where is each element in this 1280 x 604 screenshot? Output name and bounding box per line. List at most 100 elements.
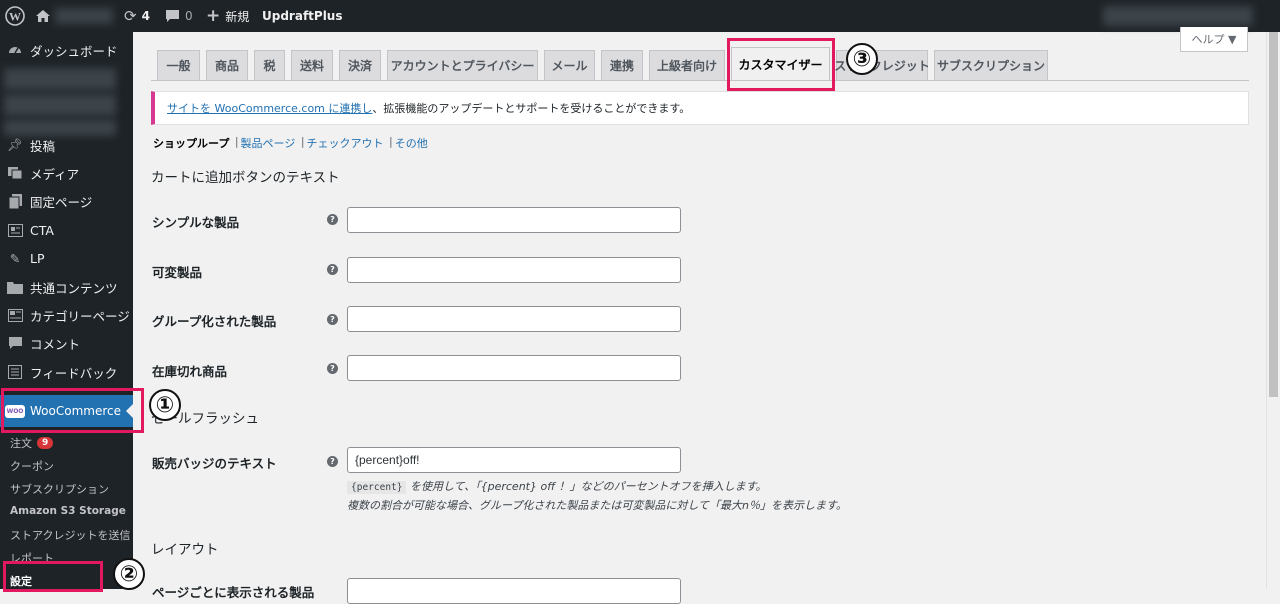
out-of-stock-input[interactable]	[347, 355, 681, 381]
updates-link[interactable]: ⟳ 4	[124, 0, 150, 32]
updates-count: 4	[141, 9, 150, 23]
tab-label: メール	[551, 59, 588, 73]
tab-tax[interactable]: 税	[254, 50, 285, 80]
orders-count-badge: 9	[37, 437, 54, 449]
submenu-store-credit[interactable]: ストアクレジットを送信	[10, 527, 130, 543]
tab-integration[interactable]: 連携	[601, 50, 643, 80]
field-label-sale-badge: 販売バッジのテキスト	[152, 456, 277, 471]
new-content-link[interactable]: + 新規	[206, 0, 249, 32]
field-label-products-per-page: ページごとに表示される製品	[152, 585, 315, 600]
sidebar-label: ダッシュボード	[30, 43, 118, 59]
wordpress-logo-icon[interactable]: W	[5, 0, 25, 32]
sidebar-label: コメント	[30, 336, 81, 352]
connect-notice: サイトを WooCommerce.com に連携し 、拡張機能のアップデートとサ…	[151, 91, 1249, 125]
sidebar-label: 投稿	[30, 138, 56, 154]
site-name-blurred[interactable]	[55, 8, 113, 24]
simple-product-input[interactable]	[347, 207, 681, 233]
tab-label: アカウントとプライバシー	[390, 59, 535, 73]
field-label-out-of-stock: 在庫切れ商品	[152, 364, 228, 379]
description-line-2: 複数の割合が可能な場合、グループ化された製品または可変製品に対して「最大n％」を…	[347, 499, 847, 512]
home-icon[interactable]	[35, 0, 51, 32]
subnav-other[interactable]: その他	[395, 135, 428, 151]
sidebar-item-posts[interactable]: 📌︎ 投稿	[0, 131, 133, 159]
tabs-baseline	[151, 80, 1249, 81]
new-label: 新規	[225, 9, 250, 24]
section-heading-add-to-cart: カートに追加ボタンのテキスト	[151, 170, 340, 186]
tab-advanced[interactable]: 上級者向け	[649, 50, 725, 80]
submenu-label: クーポン	[10, 460, 54, 473]
cta-icon	[0, 223, 30, 237]
field-label-simple: シンプルな製品	[152, 215, 240, 230]
subnav-product-page[interactable]: 製品ページ	[241, 135, 296, 151]
sidebar-item-category-pages[interactable]: カテゴリーページ	[0, 301, 133, 329]
highlight-woocommerce	[1, 388, 144, 433]
submenu-subscriptions[interactable]: サブスクリプション	[10, 481, 109, 497]
account-blurred[interactable]	[1103, 6, 1253, 26]
sidebar-item-comments[interactable]: コメント	[0, 329, 133, 357]
sidebar-item-media[interactable]: メディア	[0, 159, 133, 187]
annotation-number-3: ③	[846, 43, 878, 75]
sidebar-item-pages[interactable]: 固定ページ	[0, 187, 133, 215]
section-heading-layout: レイアウト	[151, 542, 219, 558]
variable-product-input[interactable]	[347, 257, 681, 283]
sidebar-item-common-content[interactable]: 共通コンテンツ	[0, 273, 133, 301]
help-tip-icon[interactable]: ?	[327, 314, 338, 325]
grouped-product-input[interactable]	[347, 306, 681, 332]
notice-text: 、拡張機能のアップデートとサポートを受けることができます。	[372, 102, 691, 115]
tab-general[interactable]: 一般	[157, 50, 200, 80]
updraftplus-label: UpdraftPlus	[262, 9, 343, 23]
submenu-amazon-s3[interactable]: Amazon S3 Storage	[10, 505, 126, 517]
blurred-menu-item[interactable]	[4, 94, 116, 116]
folder-icon	[0, 281, 30, 294]
plus-icon: +	[206, 6, 221, 26]
updates-icon: ⟳	[124, 7, 137, 25]
comments-link[interactable]: 0	[165, 0, 193, 32]
sidebar-item-dashboard[interactable]: ダッシュボード	[0, 36, 133, 64]
highlight-settings	[3, 561, 103, 592]
submenu-label: サブスクリプション	[10, 483, 109, 496]
subnav-divider: |	[297, 135, 305, 148]
admin-bar: W ⟳ 4 0 + 新規 UpdraftPlus	[0, 0, 1280, 32]
help-tip-icon[interactable]: ?	[327, 264, 338, 275]
help-tip-icon[interactable]: ?	[327, 363, 338, 374]
tab-payments[interactable]: 決済	[339, 50, 381, 80]
blurred-menu-item[interactable]	[4, 68, 116, 90]
percent-code: {percent}	[347, 481, 407, 494]
updraftplus-link[interactable]: UpdraftPlus	[262, 0, 343, 32]
scrollbar[interactable]	[1266, 32, 1280, 589]
tab-subscriptions[interactable]: サブスクリプション	[934, 50, 1048, 80]
sidebar-label: 共通コンテンツ	[30, 280, 118, 296]
help-tip-icon[interactable]: ?	[327, 456, 338, 467]
highlight-customizer-tab	[727, 38, 835, 91]
sale-badge-input[interactable]	[347, 447, 681, 473]
tab-label: サブスクリプション	[936, 59, 1045, 73]
sidebar-item-cta[interactable]: CTA	[0, 216, 133, 244]
sidebar-label: カテゴリーページ	[30, 308, 130, 324]
tab-label: 決済	[347, 59, 372, 73]
sale-badge-description: {percent} を使用して、「{percent} off ！」などのパーセン…	[347, 478, 847, 515]
tab-products[interactable]: 商品	[206, 50, 248, 80]
field-label-variable: 可変製品	[152, 265, 203, 280]
sidebar-item-lp[interactable]: ✎ LP	[0, 244, 133, 272]
products-per-page-input[interactable]	[347, 578, 681, 604]
tab-shipping[interactable]: 送料	[291, 50, 333, 80]
field-label-grouped: グループ化された製品	[152, 314, 277, 329]
subnav-checkout[interactable]: チェックアウト	[307, 135, 384, 151]
subsection-nav: ショップループ | 製品ページ | チェックアウト | その他	[153, 135, 428, 151]
tab-label: 一般	[166, 59, 191, 73]
subnav-shop-loop[interactable]: ショップループ	[153, 135, 229, 151]
submenu-orders[interactable]: 注文 9	[10, 435, 54, 451]
tab-label: 送料	[299, 59, 324, 73]
connect-link[interactable]: サイトを WooCommerce.com に連携し	[167, 100, 372, 116]
page-icon	[0, 193, 30, 209]
sidebar-label: フィードバック	[30, 365, 118, 381]
sidebar-item-feedback[interactable]: フィードバック	[0, 358, 133, 386]
help-tab-button[interactable]: ヘルプ ▼	[1180, 27, 1248, 52]
comments-count: 0	[185, 9, 193, 23]
tab-accounts-privacy[interactable]: アカウントとプライバシー	[387, 50, 538, 80]
tab-label: 連携	[609, 59, 634, 73]
scrollbar-thumb[interactable]	[1269, 32, 1278, 397]
tab-email[interactable]: メール	[544, 50, 595, 80]
submenu-coupons[interactable]: クーポン	[10, 458, 54, 474]
help-tip-icon[interactable]: ?	[327, 214, 338, 225]
